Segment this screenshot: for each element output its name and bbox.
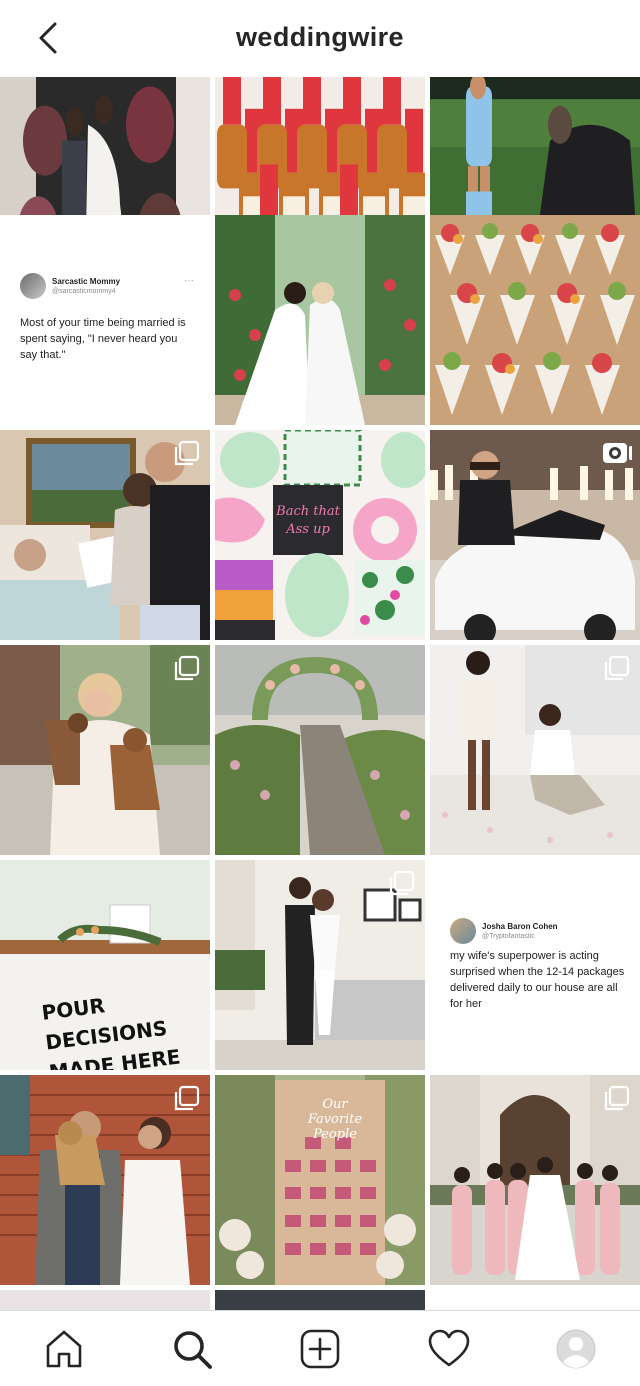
photo [430, 215, 640, 425]
tweet-author-name: Josha Baron Cohen [482, 921, 558, 931]
photo [215, 215, 425, 425]
photo: Bach that Ass up [215, 430, 425, 640]
more-icon: ··· [184, 275, 194, 286]
tweet-author-handle: @sarcasticmommy4 [52, 287, 116, 295]
tweet-avatar [20, 273, 46, 299]
nav-activity-button[interactable] [427, 1327, 471, 1371]
post-partial-3[interactable] [430, 1290, 640, 1310]
seating-board-title: Our Favorite People [307, 1097, 363, 1142]
tweet-author-name: Sarcastic Mommy [52, 276, 121, 286]
post-couple-with-dog[interactable] [0, 1075, 210, 1285]
svg-text:Bach that: Bach that [275, 504, 340, 519]
post-ring-bearer-car[interactable] [430, 430, 640, 640]
post-couple-living-room[interactable] [215, 860, 425, 1070]
post-seating-chart-board[interactable]: Our Favorite People [215, 1075, 425, 1285]
tweet-text: Most of your time being married is spent… [20, 317, 186, 361]
multiple-images-icon [174, 655, 200, 681]
post-bridesmaids-church[interactable] [430, 1075, 640, 1285]
profile-title: weddingwire [236, 22, 404, 52]
post-tweet-sarcastic-mommy[interactable]: Sarcastic Mommy @sarcasticmommy4 ··· Mos… [0, 215, 210, 425]
nav-search-button[interactable] [170, 1327, 214, 1371]
tweet-author-handle: @Tryptofantastic [482, 932, 535, 940]
photo [215, 645, 425, 855]
multiple-images-icon [174, 1085, 200, 1111]
video-camera-icon [603, 443, 632, 463]
post-partial-2[interactable] [215, 1290, 425, 1310]
profile-avatar-icon [556, 1329, 596, 1369]
multiple-images-icon [604, 1085, 630, 1111]
nav-profile-button[interactable] [554, 1327, 598, 1371]
tweet-text: my wife's superpower is acting surprised… [450, 950, 625, 1010]
multiple-images-icon [604, 655, 630, 681]
new-post-icon [300, 1329, 340, 1369]
post-partial-1[interactable] [0, 1290, 210, 1310]
post-tweet-josha-baron-cohen[interactable]: Josha Baron Cohen @Tryptofantastic my wi… [430, 860, 640, 1070]
multiple-images-icon [174, 440, 200, 466]
tweet-header: Josha Baron Cohen @Tryptofantastic [450, 918, 558, 944]
svg-text:Ass up: Ass up [285, 522, 330, 537]
nav-new-post-button[interactable] [298, 1327, 342, 1371]
post-brides-garden[interactable] [215, 215, 425, 425]
nav-home-button[interactable] [42, 1327, 86, 1371]
multiple-images-icon [389, 870, 415, 896]
top-header: weddingwire [0, 0, 640, 75]
post-ocean-aisle-arch[interactable] [215, 645, 425, 855]
heart-icon [428, 1329, 470, 1367]
explore-grid: Sarcastic Mommy @sarcasticmommy4 ··· Mos… [0, 75, 640, 1310]
search-icon [174, 1331, 212, 1369]
post-bride-with-dogs[interactable] [0, 645, 210, 855]
post-proposal-white-room[interactable] [430, 645, 640, 855]
home-icon [46, 1330, 82, 1368]
tweet-header: Sarcastic Mommy @sarcasticmommy4 [20, 273, 120, 299]
tweet-avatar [450, 918, 476, 944]
back-button[interactable] [28, 18, 68, 58]
post-pour-decisions-sign[interactable]: POUR DECISIONS MADE HERE [0, 860, 210, 1070]
chevron-left-icon [39, 22, 57, 54]
bottom-navigation [0, 1310, 640, 1386]
post-hospital-family[interactable] [0, 430, 210, 640]
post-bachelorette-cookies[interactable]: Bach that Ass up [215, 430, 425, 640]
post-charcuterie-cones[interactable] [430, 215, 640, 425]
